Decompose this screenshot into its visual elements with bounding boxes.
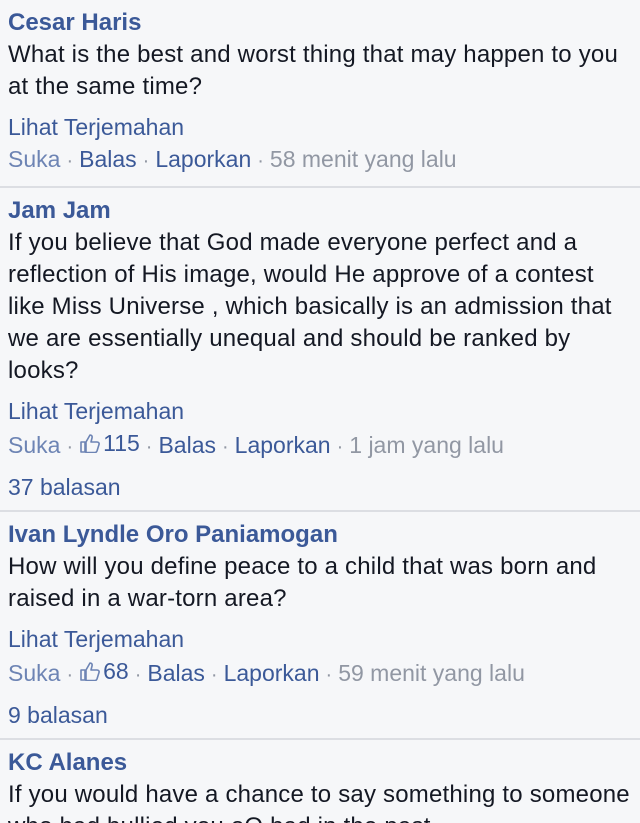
comment-author[interactable]: Jam Jam bbox=[8, 196, 632, 225]
separator: · bbox=[142, 150, 150, 172]
like-button[interactable]: Suka bbox=[8, 432, 60, 458]
like-count-value: 68 bbox=[103, 658, 129, 684]
like-count[interactable]: 68 bbox=[79, 655, 129, 687]
comment-text: If you believe that God made everyone pe… bbox=[8, 229, 612, 384]
separator: · bbox=[325, 664, 333, 686]
report-button[interactable]: Laporkan bbox=[235, 432, 331, 458]
separator: · bbox=[210, 664, 218, 686]
report-button[interactable]: Laporkan bbox=[155, 146, 251, 172]
comment-timestamp: 59 menit yang lalu bbox=[338, 660, 525, 686]
see-translation-link[interactable]: Lihat Terjemahan bbox=[8, 623, 184, 655]
comment-timestamp: 1 jam yang lalu bbox=[349, 432, 504, 458]
thumbs-up-icon bbox=[80, 662, 101, 681]
see-translation-link[interactable]: Lihat Terjemahan bbox=[8, 111, 184, 143]
comment-actions: Suka · 68 · Balas · Laporkan · 59 menit yang lal… bbox=[8, 655, 632, 691]
see-translation-link[interactable]: Lihat Terjemahan bbox=[8, 395, 184, 427]
reply-button[interactable]: Balas bbox=[147, 660, 205, 686]
comment-item: KC Alanes If you would have a chance to … bbox=[0, 740, 640, 823]
reply-button[interactable]: Balas bbox=[158, 432, 216, 458]
comment-author[interactable]: Ivan Lyndle Oro Paniamogan bbox=[8, 520, 632, 549]
separator: · bbox=[257, 150, 264, 172]
separator: · bbox=[66, 664, 74, 686]
comment-item: Ivan Lyndle Oro Paniamogan How will you … bbox=[0, 512, 640, 740]
like-count[interactable]: 115 bbox=[79, 427, 140, 459]
comment-author[interactable]: Cesar Haris bbox=[8, 8, 632, 37]
like-count-value: 115 bbox=[103, 430, 140, 456]
like-button[interactable]: Suka bbox=[8, 146, 60, 172]
separator: · bbox=[66, 150, 74, 172]
comment-timestamp: 58 menit yang lalu bbox=[269, 146, 457, 172]
view-replies-link[interactable]: 37 balasan bbox=[8, 471, 121, 503]
comment-actions: Suka · 115 · Balas · Laporkan · 1 jam yang lalu bbox=[8, 427, 632, 463]
comment-text: How will you define peace to a child tha… bbox=[8, 553, 597, 612]
separator: · bbox=[145, 436, 153, 458]
view-replies-link[interactable]: 9 balasan bbox=[8, 699, 108, 731]
comment-item: Jam Jam If you believe that God made eve… bbox=[0, 188, 640, 512]
comment-feed: Cesar Haris What is the best and worst t… bbox=[0, 0, 640, 823]
like-button[interactable]: Suka bbox=[8, 660, 60, 686]
separator: · bbox=[336, 436, 344, 458]
thumbs-up-icon bbox=[80, 434, 101, 453]
comment-actions: Suka · Balas · Laporkan · 58 menit yang lalu bbox=[8, 143, 632, 177]
separator: · bbox=[66, 436, 74, 458]
report-button[interactable]: Laporkan bbox=[224, 660, 320, 686]
comment-author[interactable]: KC Alanes bbox=[8, 748, 632, 777]
comment-item: Cesar Haris What is the best and worst t… bbox=[0, 0, 640, 188]
separator: · bbox=[222, 436, 229, 458]
separator: · bbox=[134, 664, 142, 686]
reply-button[interactable]: Balas bbox=[79, 146, 137, 172]
comment-text: If you would have a chance to say someth… bbox=[8, 781, 630, 823]
comment-text: What is the best and worst thing that ma… bbox=[8, 41, 619, 100]
